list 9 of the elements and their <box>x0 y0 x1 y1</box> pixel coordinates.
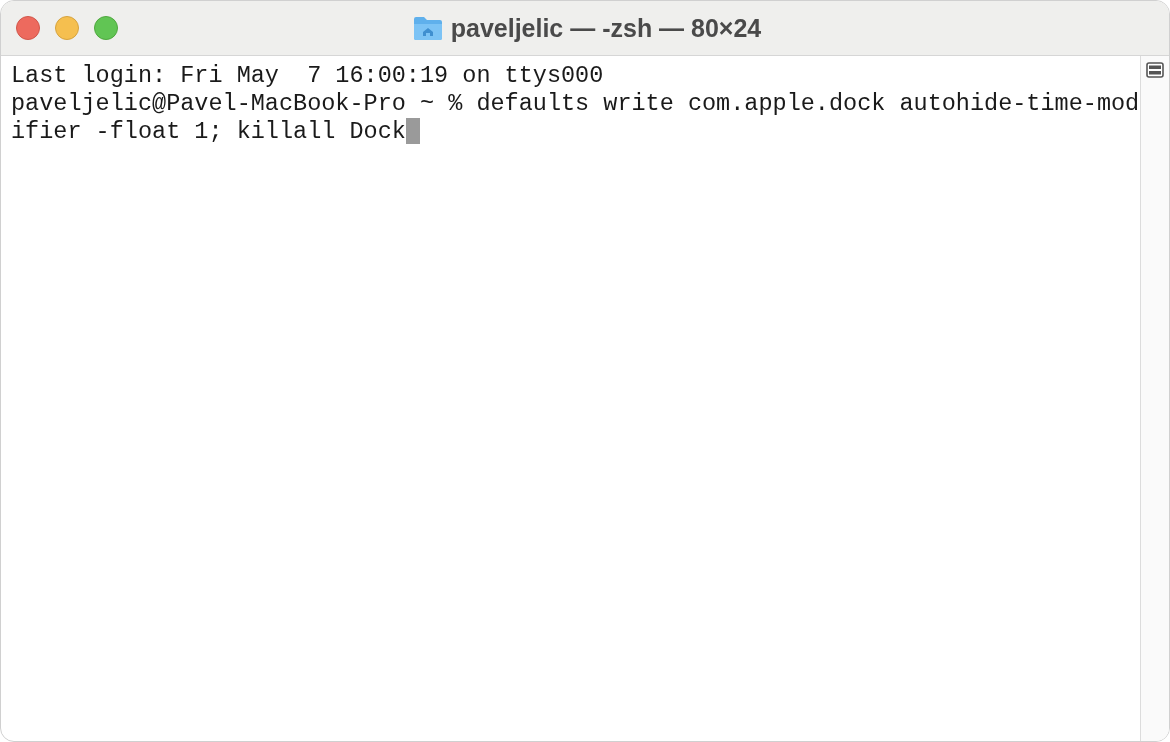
zoom-button[interactable] <box>94 16 118 40</box>
window-title: paveljelic — -zsh — 80×24 <box>450 13 762 43</box>
text-cursor <box>405 118 420 144</box>
terminal-output: Last login: Fri May 7 16:00:19 on ttys000 paveljelic@Pavel-MacBook-Pro ~ % defaults write com.apple.dock autohide-time-mod ifier -float 1; killall Dock <box>10 61 1140 147</box>
home-folder-icon <box>412 15 443 41</box>
close-button[interactable] <box>16 16 40 40</box>
split-pane-icon[interactable] <box>1146 62 1164 78</box>
minimize-button[interactable] <box>55 16 79 40</box>
scroll-bar[interactable] <box>1140 56 1169 741</box>
